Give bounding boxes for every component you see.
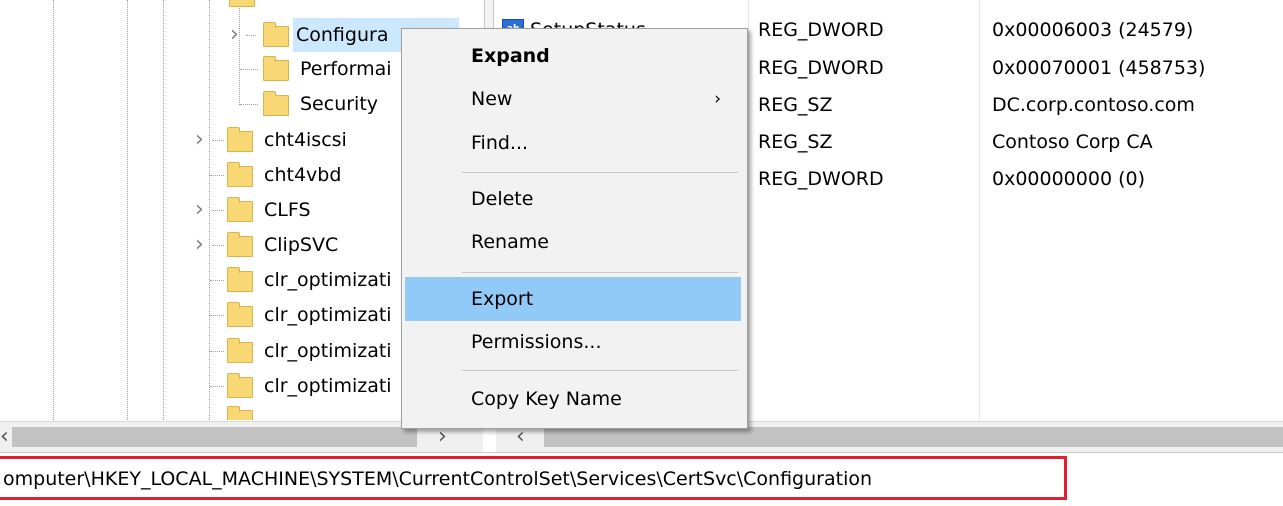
menu-item-find[interactable]: Find...: [405, 121, 741, 165]
menu-item-label: Find...: [471, 132, 529, 154]
scrollbar-thumb[interactable]: [12, 427, 417, 447]
menu-item-label: Expand: [471, 45, 550, 67]
tree-connector: [210, 386, 224, 387]
tree-connector: [210, 315, 224, 316]
folder-icon: [227, 267, 253, 292]
menu-item-copy-key-name[interactable]: Copy Key Name: [405, 377, 741, 421]
value-type: REG_SZ: [758, 94, 833, 116]
menu-item-rename[interactable]: Rename: [405, 220, 741, 264]
chevron-right-icon[interactable]: ›: [230, 18, 239, 52]
menu-item-label: Permissions...: [471, 331, 602, 353]
tree-label[interactable]: clr_optimizati: [261, 369, 395, 403]
chevron-right-icon[interactable]: ›: [195, 228, 204, 262]
folder-icon: [227, 373, 253, 398]
tree-connector: [212, 210, 224, 211]
tree-label[interactable]: ClipSVC: [261, 228, 341, 262]
value-type: REG_DWORD: [758, 57, 884, 79]
value-data: 0x00070001 (458753): [992, 57, 1206, 79]
menu-separator: [462, 370, 738, 371]
tree-connector: [246, 35, 256, 36]
tree-connector: [212, 245, 224, 246]
folder-icon: [263, 91, 289, 116]
folder-icon: [227, 162, 253, 187]
tree-label[interactable]: clr_optimizati: [261, 263, 395, 297]
tree-label[interactable]: cht4vbd: [261, 158, 344, 192]
menu-separator: [462, 172, 738, 173]
tree-connector: [240, 104, 258, 105]
menu-item-label: Rename: [471, 231, 549, 253]
tree-label[interactable]: CLFS: [261, 193, 314, 227]
tree-connector: [210, 175, 224, 176]
menu-item-new[interactable]: New ›: [405, 77, 741, 121]
value-data: 0x00006003 (24579): [992, 19, 1194, 41]
tree-connector: [210, 351, 224, 352]
address-path-highlight[interactable]: omputer\HKEY_LOCAL_MACHINE\SYSTEM\Curren…: [0, 456, 1067, 500]
menu-item-permissions[interactable]: Permissions...: [405, 320, 741, 364]
scrollbar-thumb[interactable]: [544, 427, 1283, 447]
folder-icon: [263, 56, 289, 81]
menu-separator: [462, 272, 738, 273]
value-type: REG_DWORD: [758, 19, 884, 41]
folder-icon: [227, 197, 253, 222]
value-data: Contoso Corp CA: [992, 131, 1153, 153]
tree-label[interactable]: cht4iscsi: [261, 123, 350, 157]
value-data: DC.corp.contoso.com: [992, 94, 1195, 116]
value-type: REG_SZ: [758, 131, 833, 153]
tree-label[interactable]: Performai: [297, 52, 395, 86]
tree-connector: [210, 280, 224, 281]
tree-label[interactable]: clr_optimizati: [261, 298, 395, 332]
folder-icon: [227, 338, 253, 363]
folder-icon: [263, 22, 289, 47]
menu-item-export[interactable]: Export: [405, 277, 741, 321]
submenu-arrow-icon: ›: [714, 89, 721, 109]
folder-icon: [229, 0, 255, 7]
menu-item-delete[interactable]: Delete: [405, 177, 741, 221]
context-menu[interactable]: Expand New › Find... Delete Rename Expor…: [401, 28, 748, 429]
value-type: REG_DWORD: [758, 168, 884, 190]
tree-connector: [240, 69, 258, 70]
menu-item-expand[interactable]: Expand: [405, 34, 741, 78]
folder-icon: [227, 406, 253, 420]
folder-icon: [227, 302, 253, 327]
tree-connector: [212, 140, 224, 141]
chevron-right-icon[interactable]: ›: [195, 193, 204, 227]
value-data: 0x00000000 (0): [992, 168, 1145, 190]
chevron-right-icon[interactable]: ›: [195, 123, 204, 157]
menu-item-label: Copy Key Name: [471, 388, 622, 410]
tree-label[interactable]: Security: [297, 87, 381, 121]
folder-icon: [227, 232, 253, 257]
scroll-left-arrow-icon[interactable]: ‹: [0, 422, 9, 452]
folder-icon: [227, 127, 253, 152]
menu-item-label: Export: [471, 288, 534, 310]
menu-item-label: Delete: [471, 188, 534, 210]
menu-item-label: New: [471, 88, 513, 110]
address-path[interactable]: omputer\HKEY_LOCAL_MACHINE\SYSTEM\Curren…: [3, 459, 872, 499]
tree-label[interactable]: clr_optimizati: [261, 334, 395, 368]
